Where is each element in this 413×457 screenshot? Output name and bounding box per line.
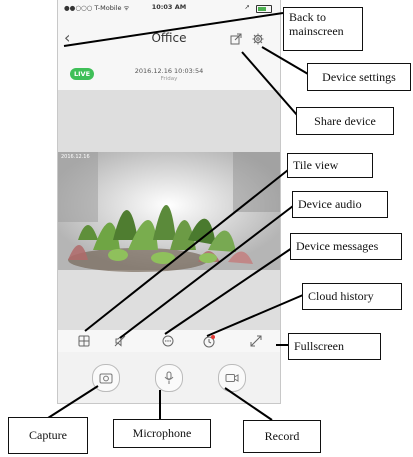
callout-device-settings: Device settings — [307, 63, 411, 91]
callout-capture: Capture — [8, 417, 88, 454]
callout-record: Record — [243, 420, 321, 453]
callout-back: Back to mainscreen — [283, 7, 363, 51]
callout-device-messages: Device messages — [290, 233, 402, 260]
callout-share-device: Share device — [296, 107, 394, 135]
callout-microphone: Microphone — [113, 419, 211, 448]
callout-tile-view: Tile view — [287, 153, 373, 178]
callout-cloud-history: Cloud history — [302, 283, 402, 310]
callout-device-audio: Device audio — [292, 191, 388, 218]
callout-fullscreen: Fullscreen — [288, 333, 381, 360]
